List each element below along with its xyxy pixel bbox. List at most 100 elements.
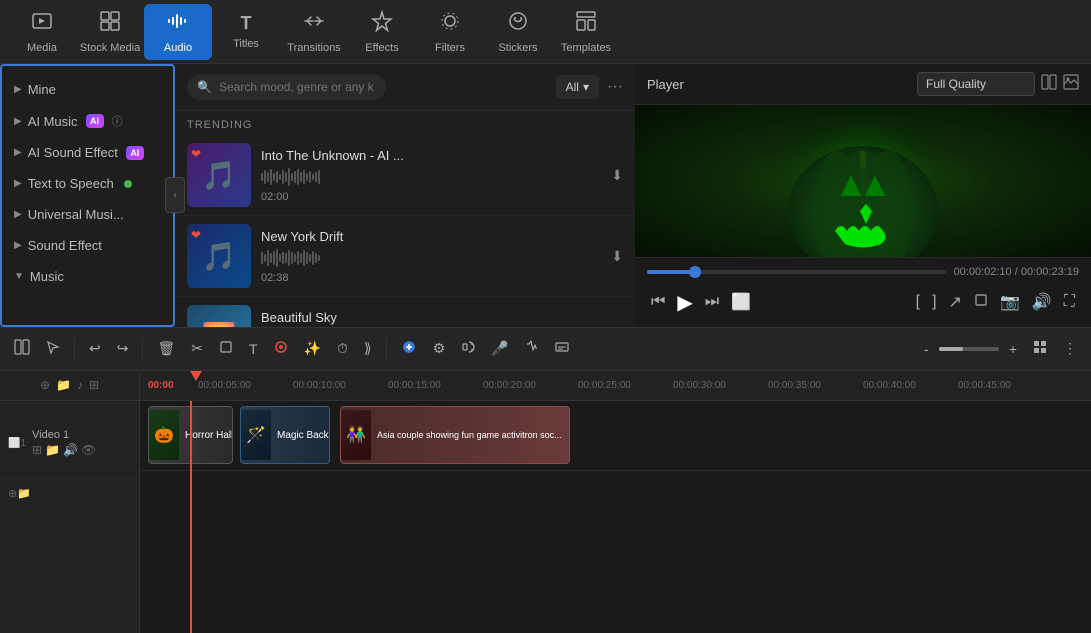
volume-button[interactable]: 🔊	[1028, 288, 1056, 316]
undo-button[interactable]: ↩	[83, 336, 107, 361]
toolbar-audio[interactable]: Audio	[144, 4, 212, 60]
zoom-out-button[interactable]: -	[918, 337, 935, 361]
track-settings-icon[interactable]: ⊞	[32, 443, 42, 457]
toolbar-media[interactable]: Media	[8, 4, 76, 60]
sidebar-item-mine[interactable]: ▶ Mine	[2, 74, 173, 105]
crop-button[interactable]	[970, 289, 992, 316]
track2-waveform	[261, 248, 601, 268]
audio-search-input[interactable]	[187, 74, 386, 100]
current-time: 00:00:02:10 / 00:00:23:19	[954, 266, 1079, 278]
audio-item-track3[interactable]: 🌅 Beautiful Sky	[175, 297, 635, 327]
toolbar-filters[interactable]: Filters	[416, 4, 484, 60]
forward-button[interactable]: ⏭	[701, 289, 723, 315]
record-button[interactable]	[519, 336, 545, 361]
tick-6: 00:00:30:00	[669, 380, 764, 391]
track-folder-icon[interactable]: 📁	[45, 443, 60, 457]
toolbar-stock-media[interactable]: Stock Media	[76, 4, 144, 60]
export-frame-button[interactable]: ↗	[945, 288, 966, 316]
color-button[interactable]	[268, 336, 294, 361]
collapse-sidebar-button[interactable]: ‹	[165, 177, 185, 213]
settings-button[interactable]: ⚙	[427, 336, 452, 361]
zoom-in-button[interactable]: +	[1003, 337, 1023, 361]
clip-asia[interactable]: 👫 Asia couple showing fun game activitro…	[340, 406, 570, 464]
scissors-button[interactable]: ✂	[185, 336, 209, 361]
audio-panel: 🔍 All ▾ ··· TRENDING 🎵 ❤ Into The Unkn	[175, 64, 635, 327]
track1-info: Into The Unknown - AI ...	[261, 148, 601, 203]
ai-tools-button[interactable]: ⟫	[358, 336, 378, 361]
folder-button[interactable]: 📁	[56, 378, 71, 392]
quality-select[interactable]: Full Quality High Quality Medium Quality	[917, 72, 1035, 96]
effects-edit-button[interactable]: ✨	[298, 336, 327, 361]
rewind-button[interactable]: ⏮	[647, 289, 669, 315]
sidebar-item-ai-music[interactable]: ▶ AI Music AI ⓘ	[2, 105, 173, 137]
sidebar-item-text-to-speech[interactable]: ▶ Text to Speech	[2, 168, 173, 199]
audio-track-button[interactable]: ♪	[77, 378, 83, 392]
magic-clip-label: Magic Back...	[271, 430, 330, 441]
track-header-controls: ⊕ 📁 ♪ ⊞	[0, 371, 140, 400]
text-button[interactable]: T	[243, 337, 264, 361]
filter-all-button[interactable]: All ▾	[556, 75, 599, 99]
sidebar-item-music[interactable]: ▼ Music	[2, 261, 173, 292]
clip-magic[interactable]: 🪄 Magic Back...	[240, 406, 330, 464]
transitions-label: Transitions	[287, 42, 340, 54]
titles-label: Titles	[233, 38, 259, 50]
audio-list-wrap: 🎵 ❤ Into The Unknown - AI ...	[175, 135, 635, 327]
stickers-label: Stickers	[498, 42, 537, 54]
toolbar-stickers[interactable]: Stickers	[484, 4, 552, 60]
track1-download-icon[interactable]: ⬇	[611, 167, 623, 184]
toolbar-titles[interactable]: T Titles	[212, 4, 280, 60]
toolbar-templates[interactable]: Templates	[552, 4, 620, 60]
ai-enhance-button[interactable]	[395, 335, 423, 362]
progress-bar[interactable]	[647, 270, 946, 274]
bracket-right-button[interactable]: ]	[928, 289, 940, 315]
bracket-left-button[interactable]: [	[912, 289, 924, 315]
audio-item-track1[interactable]: 🎵 ❤ Into The Unknown - AI ...	[175, 135, 635, 216]
redo-button[interactable]: ↪	[111, 336, 135, 361]
fullscreen-button[interactable]: ⛶	[1060, 289, 1079, 315]
track-eye-icon[interactable]: 👁	[81, 443, 96, 457]
audio-list: 🎵 ❤ Into The Unknown - AI ...	[175, 135, 635, 327]
snapshot-button[interactable]: 📷	[996, 288, 1024, 316]
track2-info: New York Drift	[261, 229, 601, 284]
cursor-button[interactable]	[40, 336, 66, 361]
tick-3: 00:00:15:00	[384, 380, 479, 391]
toolbar-effects[interactable]: Effects	[348, 4, 416, 60]
sidebar-mine-label: Mine	[28, 82, 56, 97]
voiceover-button[interactable]: 🎤	[485, 336, 514, 361]
add-track-button[interactable]: ⊕	[40, 378, 50, 392]
layout-toggle-button[interactable]	[1027, 336, 1053, 361]
split-view-icon-button[interactable]: ⊞	[89, 378, 99, 392]
track1-duration: 02:00	[261, 191, 601, 203]
crop-edit-button[interactable]	[213, 336, 239, 361]
more-timeline-button[interactable]: ⋮	[1057, 336, 1083, 361]
sidebar-music-label: Music	[30, 269, 64, 284]
audio-button[interactable]	[455, 336, 481, 361]
tick-8: 00:00:40:00	[859, 380, 954, 391]
split-view-button[interactable]	[1041, 74, 1057, 95]
track-labels: ⬜1 Video 1 ⊞ 📁 🔊 👁 ⊕ 📁	[0, 401, 140, 633]
subtitle-button[interactable]	[549, 336, 575, 361]
image-view-button[interactable]	[1063, 74, 1079, 95]
sidebar-item-universal-music[interactable]: ▶ Universal Musi...	[2, 199, 173, 230]
sidebar-item-ai-sound-effect[interactable]: ▶ AI Sound Effect AI	[2, 137, 173, 168]
loop-button[interactable]: ⬜	[727, 288, 755, 316]
ai-music-badge: AI	[86, 114, 104, 128]
audio-item-track2[interactable]: 🎵 ❤ New York Drift	[175, 216, 635, 297]
track2-download-icon[interactable]: ⬇	[611, 248, 623, 265]
speed-button[interactable]: ⏱	[331, 336, 354, 361]
sidebar-item-sound-effect[interactable]: ▶ Sound Effect	[2, 230, 173, 261]
video-track-row: 🎃 Horror Hall... 🪄 Magic Back... 👫 Asia …	[140, 401, 1091, 471]
track-volume-icon[interactable]: 🔊	[63, 443, 78, 457]
zoom-slider[interactable]	[939, 347, 999, 351]
delete-button[interactable]: 🗑	[151, 336, 181, 361]
search-input-wrap: 🔍	[187, 74, 548, 100]
toolbar-transitions[interactable]: Transitions	[280, 4, 348, 60]
progress-thumb[interactable]	[689, 266, 701, 278]
play-button[interactable]: ▶	[673, 286, 696, 319]
more-options-button[interactable]: ···	[607, 78, 623, 96]
split-tracks-button[interactable]	[8, 335, 36, 362]
add-folder-button[interactable]: 📁	[17, 487, 31, 500]
ai-sound-arrow: ▶	[14, 147, 22, 158]
add-new-track-button[interactable]: ⊕	[8, 487, 17, 500]
audio-icon	[167, 10, 189, 38]
